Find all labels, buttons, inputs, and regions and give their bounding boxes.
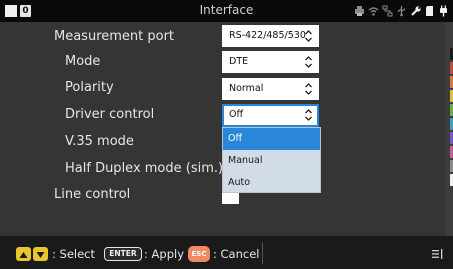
top-bar: 0 Interface (0, 0, 453, 22)
v35-mode-label: V.35 mode (65, 134, 134, 149)
apply-hint: : Apply (144, 247, 184, 261)
updown-chevron-icon (305, 109, 312, 121)
down-arrow-icon (36, 252, 45, 258)
right-edge-strip (445, 22, 453, 236)
status-icons (354, 3, 449, 19)
enter-key[interactable]: ENTER (104, 247, 142, 261)
network-icon (382, 5, 393, 17)
polarity-value: Normal (229, 83, 264, 94)
menu-icon[interactable] (431, 248, 443, 260)
half-duplex-mode-label: Half Duplex mode (sim.) (65, 161, 224, 176)
mode-label: Mode (65, 54, 101, 69)
up-arrow-icon (19, 252, 28, 258)
dropdown-option[interactable]: Manual (223, 150, 320, 172)
updown-chevron-icon (305, 56, 312, 68)
up-arrow-key[interactable] (16, 247, 31, 261)
wifi-icon (368, 7, 379, 16)
driver-control-dropdown: Off Manual Auto (222, 127, 321, 193)
mode-select[interactable]: DTE (222, 51, 319, 73)
sd-card-icon (426, 6, 433, 16)
measurement-port-select[interactable]: RS-422/485/530 (222, 25, 319, 47)
divider (262, 242, 263, 264)
esc-key[interactable]: ESC (188, 246, 210, 262)
select-hint: : Select (52, 247, 96, 261)
driver-control-select[interactable]: Off (222, 104, 319, 127)
usb-icon (397, 6, 406, 17)
measurement-port-label: Measurement port (54, 29, 175, 44)
measurement-port-value: RS-422/485/530 (229, 30, 306, 41)
line-control-label: Line control (54, 187, 131, 202)
line-control-field[interactable] (222, 193, 239, 204)
dropdown-option[interactable]: Auto (223, 172, 320, 194)
interface-screen: 0 Interface Measurement port RS-422/485/… (0, 0, 453, 269)
driver-control-label: Driver control (65, 107, 155, 122)
driver-control-value: Off (229, 109, 244, 120)
mode-value: DTE (229, 56, 249, 67)
down-arrow-key[interactable] (33, 247, 48, 261)
dropdown-option[interactable]: Off (223, 128, 320, 150)
tool-icon (411, 6, 421, 16)
polarity-label: Polarity (65, 80, 114, 95)
cancel-hint: : Cancel (213, 247, 260, 261)
updown-chevron-icon (305, 30, 312, 42)
printer-icon (355, 6, 364, 16)
polarity-select[interactable]: Normal (222, 78, 319, 100)
updown-chevron-icon (305, 83, 312, 95)
bottom-bar: : Select ENTER : Apply ESC : Cancel (0, 236, 453, 269)
plug-icon (440, 5, 447, 17)
